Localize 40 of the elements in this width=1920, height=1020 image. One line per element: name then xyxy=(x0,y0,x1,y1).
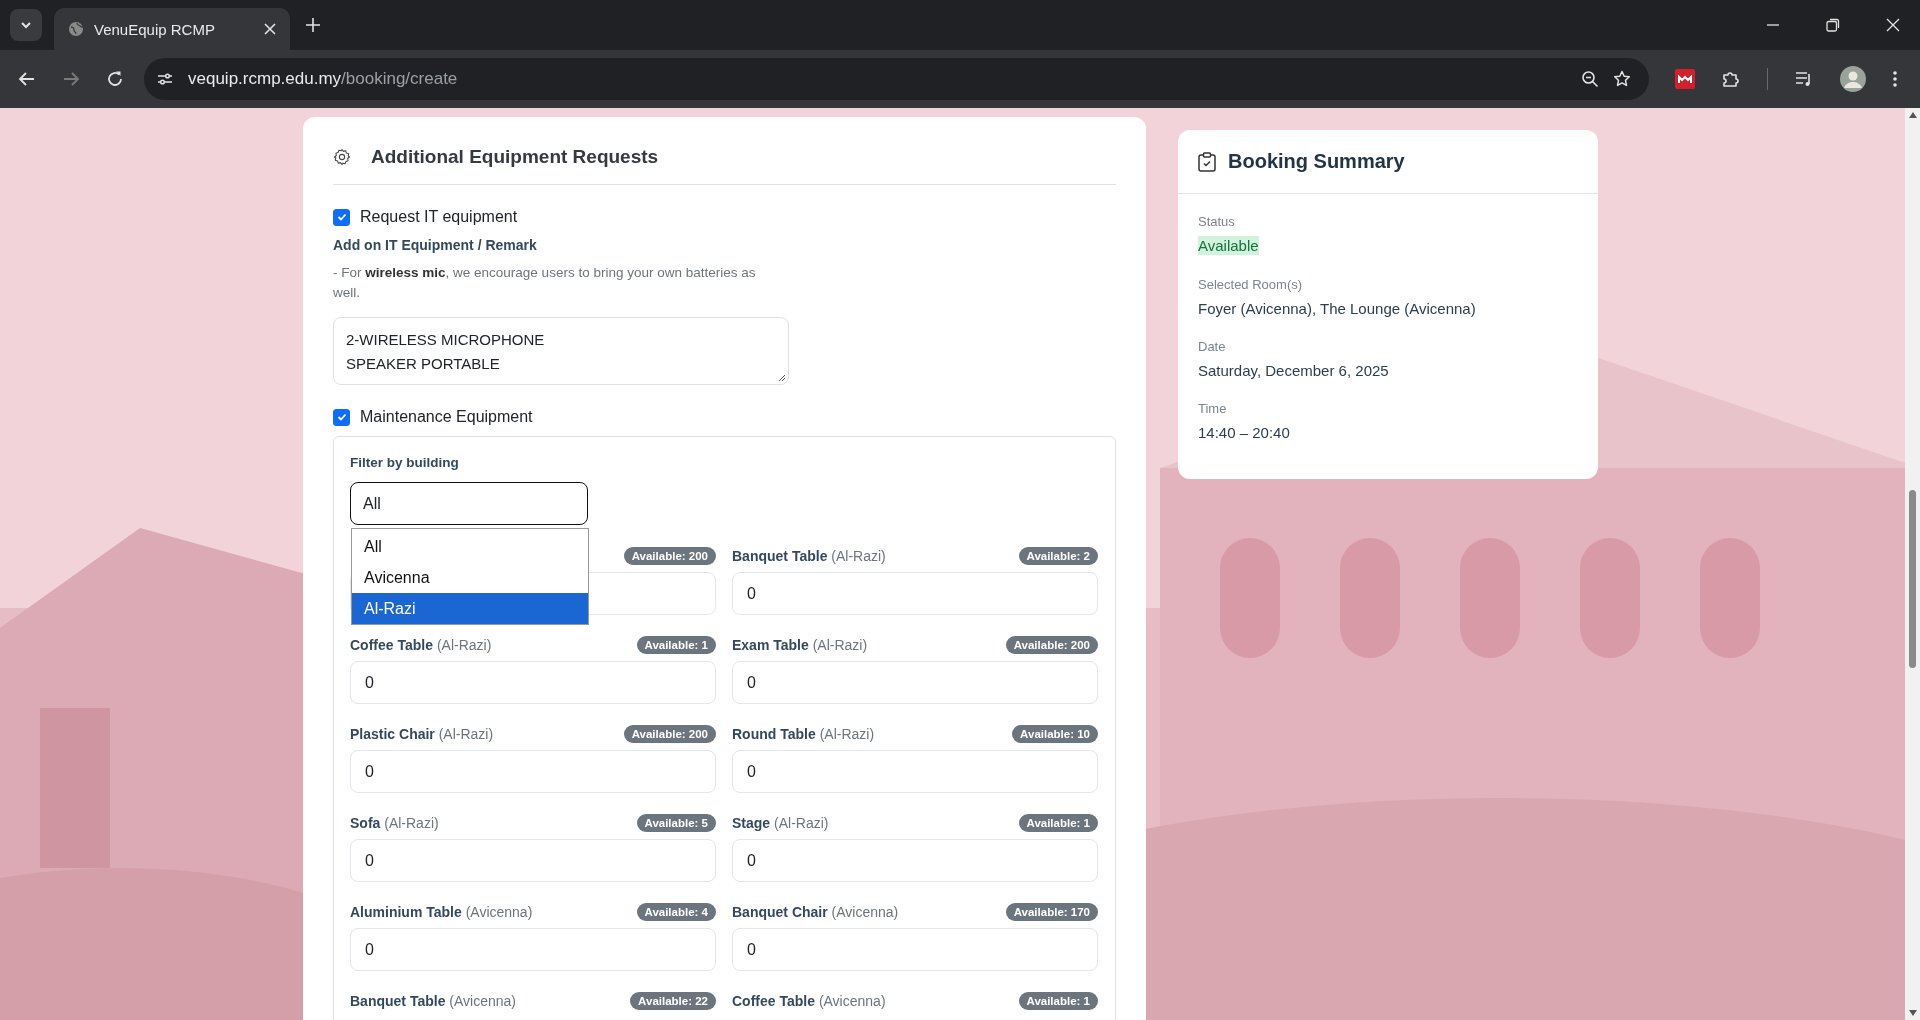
equipment-label: Coffee Table (Avicenna) xyxy=(732,993,886,1009)
availability-badge: Available: 10 xyxy=(1012,725,1098,743)
availability-badge: Available: 200 xyxy=(1005,636,1098,654)
availability-badge: Available: 1 xyxy=(1018,814,1098,832)
availability-badge: Available: 1 xyxy=(1018,992,1098,1010)
equipment-label: Coffee Table (Al-Razi) xyxy=(350,637,492,653)
equipment-label: Plastic Chair (Al-Razi) xyxy=(350,726,494,742)
status-text: Available xyxy=(1198,236,1259,255)
availability-badge: Available: 4 xyxy=(636,903,716,921)
equipment-label: Exam Table (Al-Razi) xyxy=(732,637,868,653)
field-label: Selected Room(s) xyxy=(1198,277,1304,292)
hint-text: - For wireless mic, we encourage users to bring your own batteries as well. xyxy=(333,264,757,302)
url-text: vequip.rcmp.edu.my/booking/create xyxy=(188,69,458,89)
checkbox-label: Request IT equipment xyxy=(360,208,518,226)
field-label: Add on IT Equipment / Remark xyxy=(333,237,538,253)
availability-badge: Available: 170 xyxy=(1005,903,1098,921)
availability-badge: Available: 200 xyxy=(623,725,716,743)
equipment-label: Banquet Chair (Avicenna) xyxy=(732,904,899,920)
field-label: Status xyxy=(1198,214,1236,229)
field-value: 14:40 – 20:40 xyxy=(1198,424,1291,441)
tab-title: VenuEquip RCMP xyxy=(94,20,216,38)
field-value: Foyer (Avicenna), The Lounge (Avicenna) xyxy=(1198,300,1477,317)
availability-badge: Available: 22 xyxy=(630,992,716,1010)
availability-badge: Available: 2 xyxy=(1018,547,1098,565)
availability-badge: Available: 200 xyxy=(623,547,716,565)
field-label: Time xyxy=(1198,401,1228,416)
availability-badge: Available: 1 xyxy=(636,636,716,654)
field-label: Date xyxy=(1198,339,1227,354)
availability-badge: Available: 5 xyxy=(636,814,716,832)
field-value: Saturday, December 6, 2025 xyxy=(1198,362,1390,379)
checkbox-label: Maintenance Equipment xyxy=(360,408,533,426)
card-title: Additional Equipment Requests xyxy=(371,146,659,168)
equipment-label: Sofa (Al-Razi) xyxy=(350,815,439,831)
card-title: Booking Summary xyxy=(1228,150,1405,173)
equipment-label: Aluminium Table (Avicenna) xyxy=(350,904,533,920)
field-label: Filter by building xyxy=(350,455,460,470)
equipment-label: Stage (Al-Razi) xyxy=(732,815,829,831)
equipment-label: Round Table (Al-Razi) xyxy=(732,726,875,742)
equipment-label: Banquet Table (Al-Razi) xyxy=(732,548,886,564)
equipment-label: Banquet Table (Avicenna) xyxy=(350,993,516,1009)
